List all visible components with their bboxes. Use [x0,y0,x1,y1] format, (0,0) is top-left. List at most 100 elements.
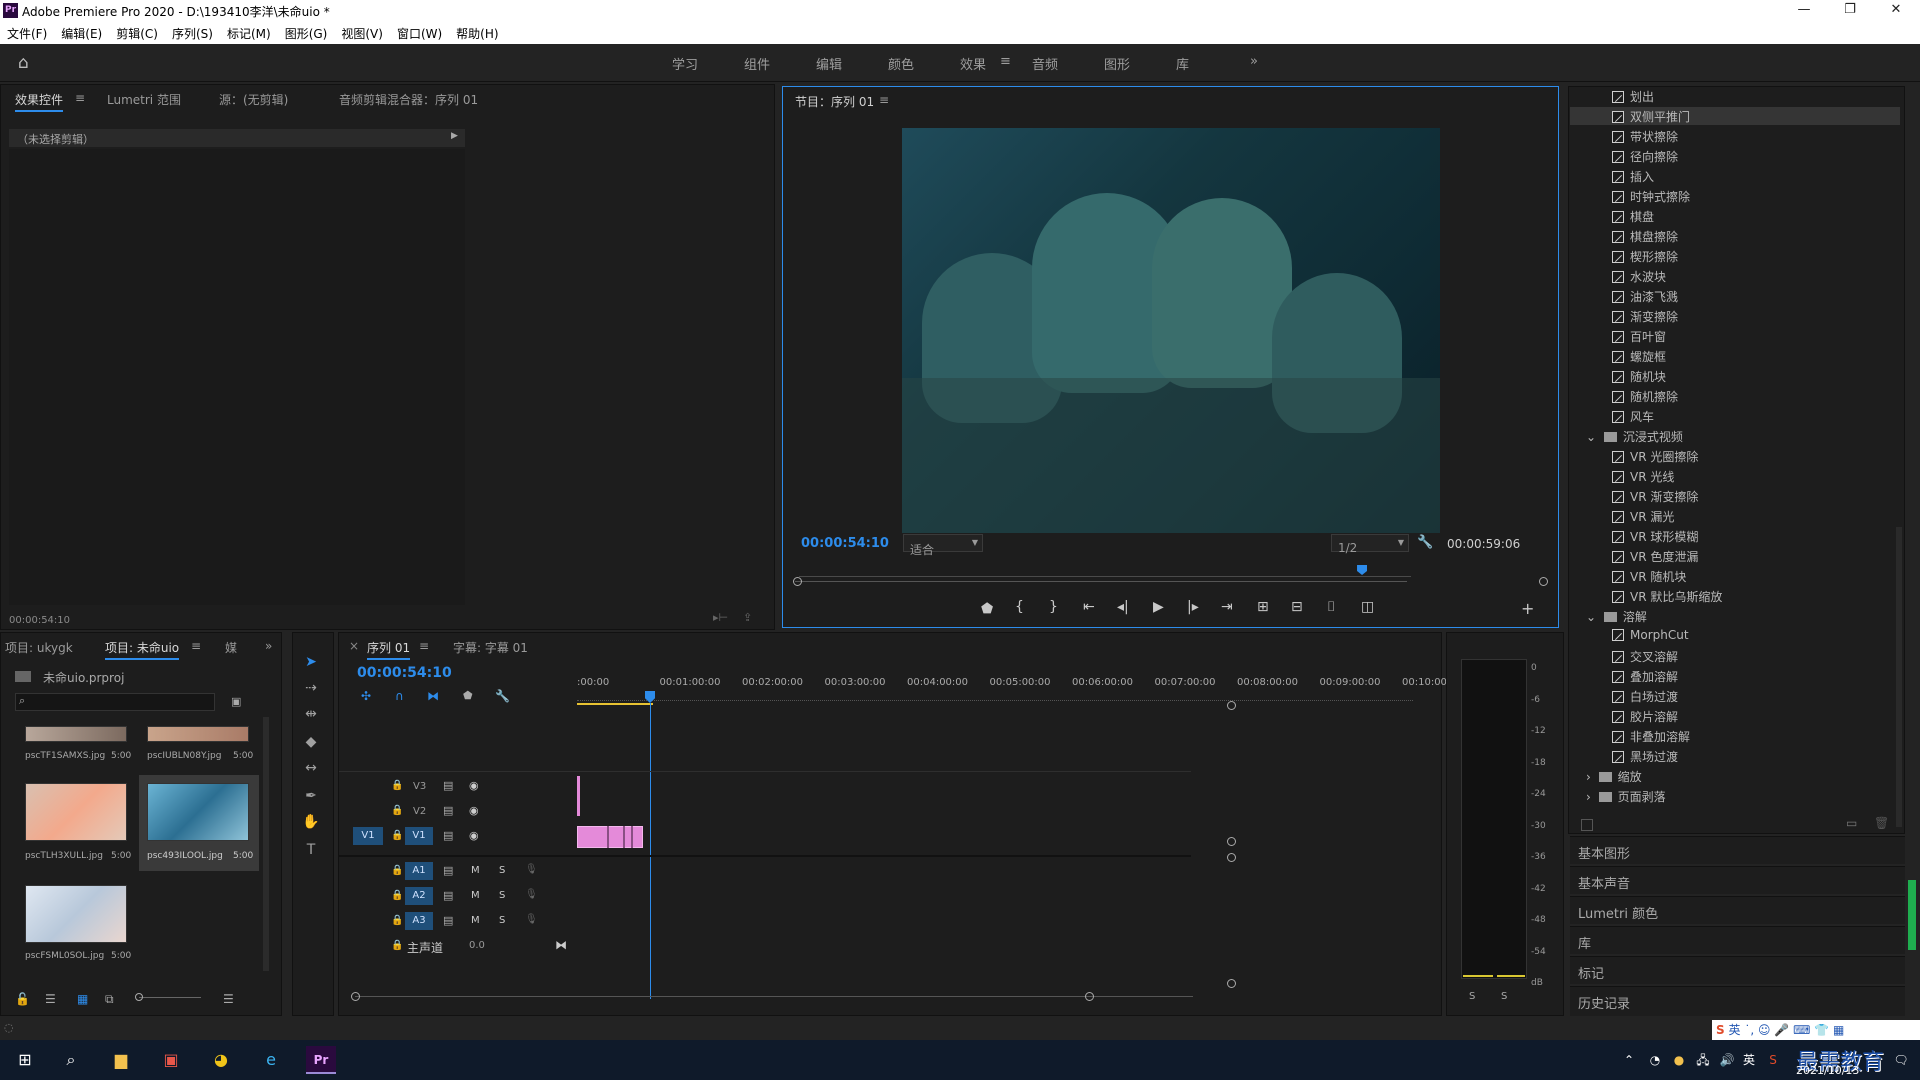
ie-icon[interactable]: e [256,1046,286,1074]
filter-icon[interactable]: ▸⊢ [713,611,728,624]
close-tab-icon[interactable]: × [349,639,359,653]
skin-icon[interactable]: 👕 [1814,1023,1829,1037]
go-to-in-icon[interactable]: ⇤ [1083,599,1095,615]
effect-item[interactable]: 随机擦除 [1612,388,1678,408]
workspace-learn[interactable]: 学习 [672,54,698,73]
delete-icon[interactable]: 🗑 [1874,816,1889,830]
timeline-playhead[interactable] [645,691,655,703]
effect-item[interactable]: 插入 [1612,168,1654,188]
new-folder-icon[interactable]: ▭ [1846,816,1857,830]
chevron-right-icon[interactable]: › [1586,790,1595,804]
thumb-1[interactable] [25,726,127,742]
effects-scrollbar[interactable] [1896,527,1902,827]
v-scroll-audio[interactable] [1227,853,1236,862]
track-a3-label[interactable]: A3 [405,912,433,930]
tab-captions[interactable]: 字幕: 字幕 01 [453,639,528,656]
effect-item[interactable]: 棋盘 [1612,208,1654,228]
solo-button[interactable]: S [499,915,505,926]
meter-solo-left[interactable]: S [1469,991,1475,1002]
menu-clip[interactable]: 剪辑(C) [109,22,165,45]
effect-item[interactable]: 非叠加溶解 [1612,728,1690,748]
sync-lock-icon[interactable]: ▤ [443,779,453,792]
effect-item[interactable]: 随机块 [1612,368,1666,388]
effect-item[interactable]: VR 随机块 [1612,568,1686,588]
v-scroll-bottom[interactable] [1227,979,1236,988]
mute-button[interactable]: M [471,865,480,876]
step-back-icon[interactable]: ◂| [1117,599,1129,615]
list-view-icon[interactable]: ☰ [45,992,56,1006]
sync-lock-icon[interactable]: ▤ [443,889,453,902]
work-area-bar[interactable] [577,703,653,705]
program-tab[interactable]: 节目：序列 01 [795,93,874,110]
tab-project-ukygk[interactable]: 项目: ukygk [5,639,73,656]
source-patch-v1[interactable]: V1 [353,827,383,845]
export-icon[interactable]: ⇪ [743,611,752,624]
sync-lock-icon[interactable]: ▤ [443,864,453,877]
lock-icon[interactable]: 🔓 [15,992,30,1006]
mark-out-icon[interactable]: } [1049,599,1058,615]
keyboard-icon[interactable]: ⌨ [1793,1023,1810,1037]
effect-item[interactable]: 交叉溶解 [1612,648,1678,668]
expand-arrow-icon[interactable]: ▶ [451,131,458,141]
thumb-4[interactable] [147,783,249,841]
effect-item[interactable]: 渐变擦除 [1612,308,1678,328]
panel-essential-sound[interactable]: 基本声音 [1570,866,1905,894]
panel-markers[interactable]: 标记 [1570,956,1905,984]
timeline-settings-icon[interactable]: 🔧 [495,689,510,703]
snap-icon[interactable]: ∩ [395,689,404,703]
thumb-2[interactable] [147,726,249,742]
effect-folder[interactable]: › 页面剥落 [1586,788,1666,805]
add-button-icon[interactable]: + [1521,599,1534,618]
eye-icon[interactable]: ◉ [469,829,479,842]
effect-item[interactable]: 油漆飞溅 [1612,288,1678,308]
razor-tool-icon[interactable]: ◆ [302,734,320,752]
clip-v3-sliver[interactable] [577,776,580,816]
mute-button[interactable]: M [471,915,480,926]
effect-item[interactable]: 径向擦除 [1612,148,1678,168]
eye-icon[interactable]: ◉ [469,804,479,817]
tab-project-current[interactable]: 项目: 未命uio [105,639,180,660]
workspace-menu-icon[interactable]: ≡ [1000,54,1011,69]
effect-folder[interactable]: ⌄ 沉浸式视频 [1586,428,1683,445]
menu-view[interactable]: 视图(V) [334,22,390,45]
v-scroll-top[interactable] [1227,701,1236,710]
effect-item[interactable]: MorphCut [1612,628,1689,648]
windows-start-icon[interactable]: ⊞ [10,1046,40,1074]
effect-item[interactable]: VR 渐变擦除 [1612,488,1698,508]
program-menu-icon[interactable]: ≡ [879,93,889,107]
panel-history[interactable]: 历史记录 [1570,986,1905,1016]
add-marker-icon[interactable]: ⬟ [981,601,993,617]
master-value[interactable]: 0.0 [469,940,485,951]
extract-icon[interactable]: ⊟ [1291,599,1303,615]
mic-icon[interactable]: 🎙 [525,864,538,875]
search-icon[interactable]: ⌕ [56,1046,86,1074]
effect-item[interactable]: VR 色度泄漏 [1612,548,1698,568]
panel-libraries[interactable]: 库 [1570,926,1905,954]
close-icon[interactable]: ✕ [1876,2,1916,20]
icon-view-icon[interactable]: ▦ [77,992,88,1006]
effects-scroll-icon[interactable] [1581,819,1593,831]
sequence-menu-icon[interactable]: ≡ [419,639,429,653]
selection-tool-icon[interactable]: ➤ [302,654,320,672]
tab-sequence[interactable]: 序列 01 [367,639,411,660]
effect-item[interactable]: 胶片溶解 [1612,708,1678,728]
track-v1-label[interactable]: V1 [405,827,433,845]
zoom-slider[interactable] [139,997,201,998]
go-to-out-icon[interactable]: ⇥ [1221,599,1233,615]
premiere-taskbar-icon[interactable]: Pr [306,1046,336,1074]
chrome-icon[interactable]: ◕ [206,1046,236,1074]
solo-button[interactable]: S [499,890,505,901]
workspace-audio[interactable]: 音频 [1032,54,1058,73]
mute-button[interactable]: M [471,890,480,901]
h-scroll-left[interactable] [351,992,360,1001]
action-center-icon[interactable]: 🗨 [1886,1046,1916,1074]
effect-item[interactable]: 叠加溶解 [1612,668,1678,688]
effect-item[interactable]: 白场过渡 [1612,688,1678,708]
menu-window[interactable]: 窗口(W) [390,22,449,45]
wrench-icon[interactable]: 🔧 [1417,535,1433,550]
h-scroll-right[interactable] [1085,992,1094,1001]
effect-item[interactable]: 时钟式擦除 [1612,188,1690,208]
menu-edit[interactable]: 编辑(E) [54,22,109,45]
lock-icon[interactable]: 🔒 [391,915,403,926]
chevron-down-icon[interactable]: ⌄ [1586,610,1600,624]
